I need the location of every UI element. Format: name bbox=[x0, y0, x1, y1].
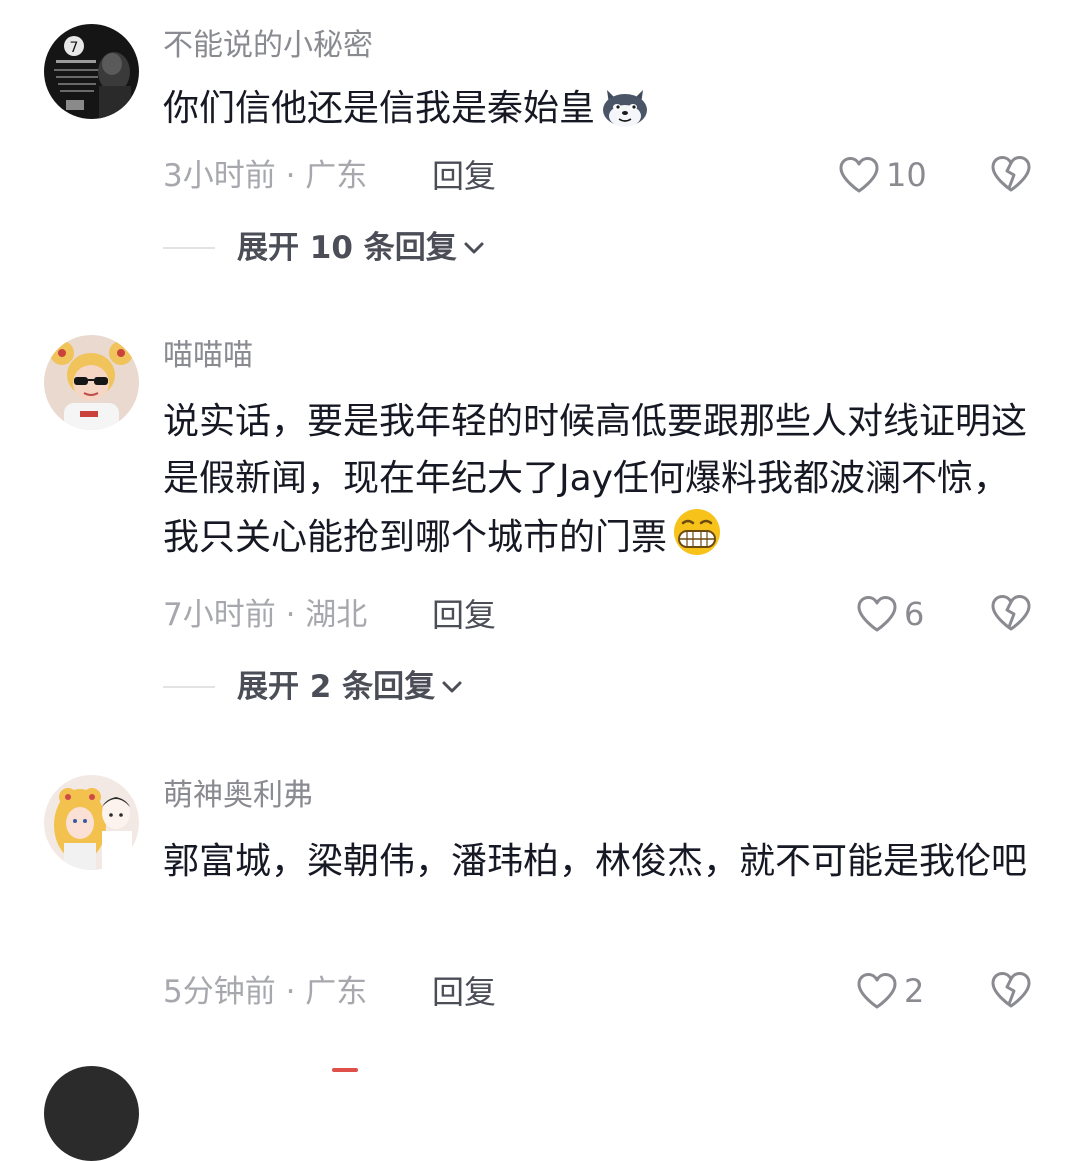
broken-heart-icon bbox=[991, 595, 1031, 631]
cropped-content-marker bbox=[332, 1068, 358, 1072]
dislike-button[interactable] bbox=[990, 155, 1032, 197]
like-count: 2 bbox=[904, 972, 925, 1010]
chevron-down-icon bbox=[442, 681, 462, 693]
broken-heart-icon bbox=[991, 156, 1031, 192]
comment-time-location: 5分钟前 · 广东 bbox=[163, 974, 368, 1010]
comment-text-body: 郭富城，梁朝伟，潘玮柏，林俊杰，就不可能是我伦吧 bbox=[163, 841, 1028, 882]
comment-text: 你们信他还是信我是秦始皇 bbox=[163, 80, 1043, 145]
like-count: 6 bbox=[904, 595, 925, 633]
chevron-down-icon bbox=[464, 242, 484, 254]
avatar[interactable]: 7 bbox=[44, 24, 139, 119]
comment-text: 说实话，要是我年轻的时候高低要跟那些人对线证明这是假新闻，现在年纪大了Jay任何… bbox=[163, 393, 1043, 574]
like-button[interactable]: 10 bbox=[838, 155, 927, 195]
dislike-button[interactable] bbox=[990, 971, 1032, 1013]
grinning-face-emoji-icon bbox=[671, 507, 723, 574]
svg-text:7: 7 bbox=[70, 40, 79, 56]
comment-username[interactable]: 萌神奥利弗 bbox=[163, 776, 313, 816]
expand-replies-button[interactable]: 展开 2 条回复 bbox=[163, 667, 463, 707]
like-count: 10 bbox=[886, 156, 927, 194]
comment-time-location: 7小时前 · 湖北 bbox=[163, 597, 368, 633]
reply-button[interactable]: 回复 bbox=[432, 156, 496, 196]
heart-outline-icon bbox=[857, 596, 897, 632]
like-button[interactable]: 2 bbox=[856, 971, 924, 1011]
divider-line bbox=[163, 686, 215, 688]
comment-text-body: 说实话，要是我年轻的时候高低要跟那些人对线证明这是假新闻，现在年纪大了Jay任何… bbox=[163, 401, 1028, 558]
husky-dog-emoji-icon bbox=[599, 86, 651, 145]
comment-time-location: 3小时前 · 广东 bbox=[163, 158, 368, 194]
reply-button[interactable]: 回复 bbox=[432, 972, 496, 1012]
divider-line bbox=[163, 247, 215, 249]
expand-replies-label: 展开 2 条回复 bbox=[237, 669, 436, 705]
comment-username[interactable]: 喵喵喵 bbox=[163, 336, 253, 376]
like-button[interactable]: 6 bbox=[856, 594, 924, 634]
comment-text-body: 你们信他还是信我是秦始皇 bbox=[163, 88, 596, 129]
avatar[interactable] bbox=[44, 1066, 139, 1161]
avatar[interactable] bbox=[44, 335, 139, 430]
comment-username[interactable]: 不能说的小秘密 bbox=[163, 26, 373, 66]
heart-outline-icon bbox=[857, 973, 897, 1009]
expand-replies-label: 展开 10 条回复 bbox=[237, 230, 457, 266]
expand-replies-button[interactable]: 展开 10 条回复 bbox=[163, 228, 485, 268]
comment-text: 郭富城，梁朝伟，潘玮柏，林俊杰，就不可能是我伦吧 bbox=[163, 833, 1043, 890]
broken-heart-icon bbox=[991, 972, 1031, 1008]
heart-outline-icon bbox=[839, 157, 879, 193]
dislike-button[interactable] bbox=[990, 594, 1032, 636]
avatar[interactable] bbox=[44, 775, 139, 870]
reply-button[interactable]: 回复 bbox=[432, 595, 496, 635]
